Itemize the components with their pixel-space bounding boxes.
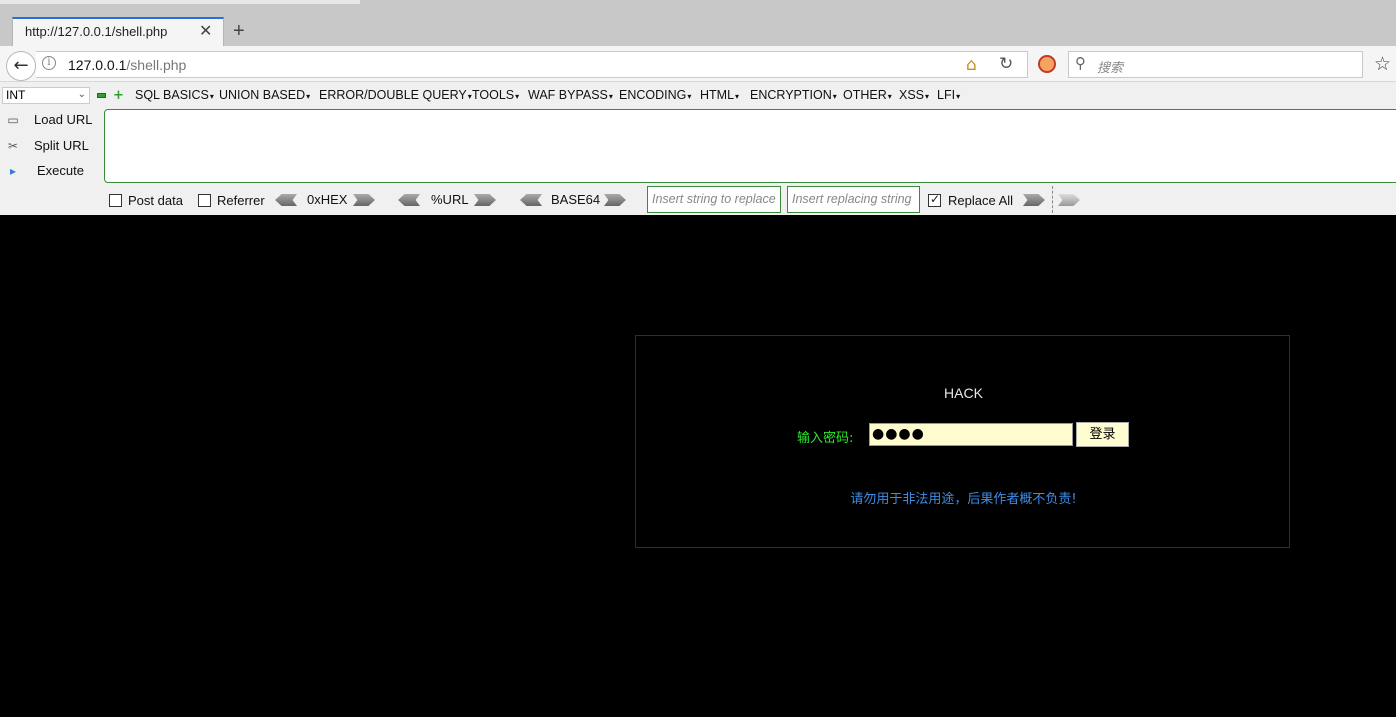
hackbar-toolbar: INT ⌄ + SQL BASICS UNION BASED ERROR/DOU… [0, 83, 1396, 215]
url-text: 127.0.0.1/shell.php [68, 57, 186, 73]
info-icon[interactable]: i [42, 56, 56, 70]
hex-label: 0xHEX [307, 192, 348, 207]
login-button[interactable]: 登录 [1076, 422, 1129, 447]
new-tab-button[interactable]: + [233, 20, 245, 43]
post-data-checkbox[interactable] [109, 194, 122, 207]
url-encode-arrow-icon[interactable] [474, 194, 496, 206]
tab-title: http://127.0.0.1/shell.php [25, 24, 168, 39]
url-path: /shell.php [126, 57, 187, 73]
load-url-icon: ▭ [7, 113, 19, 127]
menu-error-double-query[interactable]: ERROR/DOUBLE QUERY [319, 88, 472, 102]
split-url-label: Split URL [34, 138, 89, 153]
login-panel: HACK 输入密码: ●●●● 登录 请勿用于非法用途，后果作者概不负责! [635, 335, 1290, 548]
replace-reverse-arrow-icon[interactable] [1058, 194, 1080, 206]
home-icon[interactable]: ⌂ [966, 55, 977, 75]
page-title: HACK [944, 385, 983, 401]
menu-html[interactable]: HTML [700, 88, 739, 102]
menu-lfi[interactable]: LFI [937, 88, 960, 102]
menu-tools[interactable]: TOOLS [472, 88, 519, 102]
url-host: 127.0.0.1 [68, 57, 127, 73]
back-button[interactable]: ← [6, 51, 36, 81]
password-field[interactable]: ●●●● [869, 423, 1073, 446]
close-tab-icon[interactable]: ✕ [199, 21, 212, 40]
reload-icon[interactable]: ↻ [999, 54, 1013, 74]
base64-decode-arrow-icon[interactable] [520, 194, 542, 206]
referrer-label: Referrer [217, 193, 265, 208]
int-select-value: INT [6, 88, 26, 102]
menu-other[interactable]: OTHER [843, 88, 892, 102]
menu-union-based[interactable]: UNION BASED [219, 88, 310, 102]
menu-waf-bypass[interactable]: WAF BYPASS [528, 88, 613, 102]
execute-label: Execute [37, 163, 84, 178]
referrer-checkbox[interactable] [198, 194, 211, 207]
url-decode-arrow-icon[interactable] [398, 194, 420, 206]
base64-encode-arrow-icon[interactable] [604, 194, 626, 206]
scissors-icon: ✂ [7, 139, 19, 153]
increase-icon[interactable]: + [113, 88, 124, 103]
browser-chrome: http://127.0.0.1/shell.php ✕ + ← i 127.0… [0, 0, 1396, 215]
replace-all-label: Replace All [948, 193, 1014, 208]
hackbar-url-textarea[interactable] [104, 109, 1396, 183]
execute-button[interactable]: ▸ Execute [4, 162, 96, 184]
chevron-down-icon: ⌄ [77, 89, 86, 100]
int-select[interactable]: INT ⌄ [2, 87, 90, 104]
hex-decode-arrow-icon[interactable] [275, 194, 297, 206]
replace-arrow-icon[interactable] [1023, 194, 1045, 206]
menu-xss[interactable]: XSS [899, 88, 929, 102]
disclaimer-text: 请勿用于非法用途，后果作者概不负责! [850, 492, 1077, 507]
tab-strip: http://127.0.0.1/shell.php ✕ + [0, 0, 1396, 47]
address-bar[interactable]: i 127.0.0.1/shell.php ⌂ ↻ [36, 51, 1028, 78]
post-data-label: Post data [128, 193, 183, 208]
nav-bar: ← i 127.0.0.1/shell.php ⌂ ↻ ⚲ 搜索 ☆ [0, 46, 1396, 82]
replacing-string-input[interactable]: Insert replacing string [787, 186, 920, 213]
split-url-button[interactable]: ✂ Split URL [4, 137, 96, 159]
search-icon: ⚲ [1075, 54, 1086, 72]
extension-icon[interactable] [1038, 55, 1056, 73]
url-encode-label: %URL [431, 192, 469, 207]
replace-all-checkbox[interactable] [928, 192, 941, 207]
divider [1052, 186, 1053, 213]
load-url-label: Load URL [34, 112, 93, 127]
top-strip [0, 0, 360, 4]
menu-encryption[interactable]: ENCRYPTION [750, 88, 837, 102]
menu-sql-basics[interactable]: SQL BASICS [135, 88, 214, 102]
decrease-icon[interactable] [97, 93, 106, 98]
bookmark-star-icon[interactable]: ☆ [1374, 53, 1391, 75]
menu-encoding[interactable]: ENCODING [619, 88, 691, 102]
base64-label: BASE64 [551, 192, 601, 207]
browser-tab[interactable]: http://127.0.0.1/shell.php ✕ [12, 17, 224, 47]
password-label: 输入密码: [797, 431, 854, 446]
play-icon: ▸ [9, 164, 17, 178]
replace-string-input[interactable]: Insert string to replace [647, 186, 781, 213]
search-placeholder: 搜索 [1097, 61, 1124, 76]
load-url-button[interactable]: ▭ Load URL [4, 111, 96, 133]
search-input[interactable]: ⚲ 搜索 [1068, 51, 1363, 78]
hex-encode-arrow-icon[interactable] [353, 194, 375, 206]
